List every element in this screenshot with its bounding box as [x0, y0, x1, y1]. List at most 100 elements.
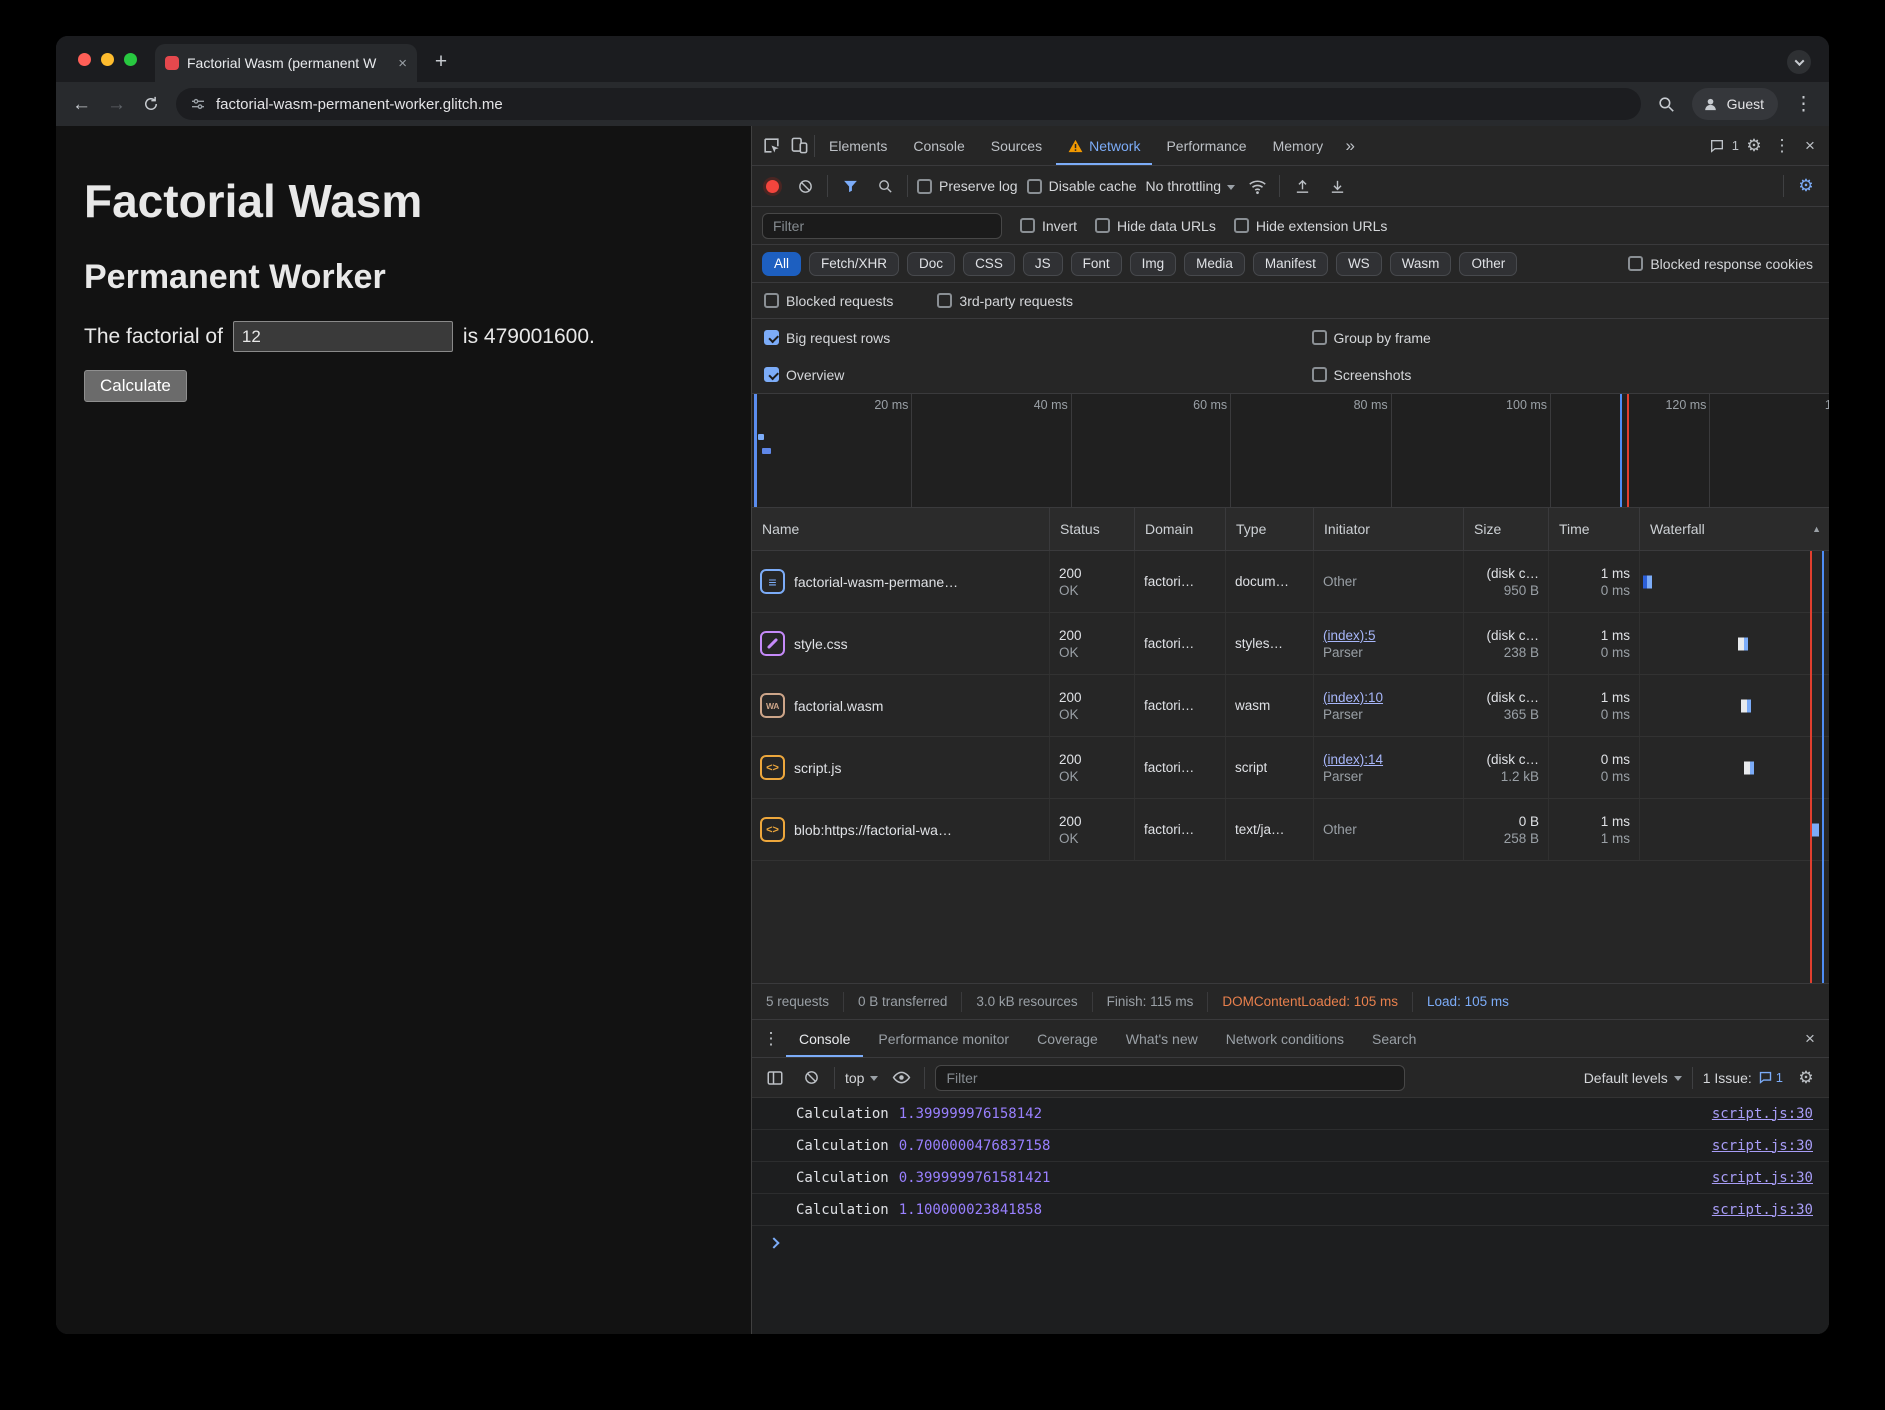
column-header-status[interactable]: Status — [1050, 508, 1135, 550]
console-prompt[interactable] — [752, 1226, 1829, 1260]
chip-media[interactable]: Media — [1184, 252, 1245, 276]
overview-selection-handle[interactable] — [754, 394, 757, 507]
hide-extension-urls-checkbox[interactable]: Hide extension URLs — [1234, 218, 1388, 234]
request-row-wasm[interactable]: WAfactorial.wasm 200OK factori… wasm (in… — [752, 675, 1829, 737]
minimize-window-button[interactable] — [101, 53, 114, 66]
site-info-icon[interactable] — [190, 96, 206, 112]
throttling-select[interactable]: No throttling — [1146, 178, 1235, 194]
tab-search-button[interactable] — [1787, 50, 1811, 74]
tab-close-icon[interactable]: × — [398, 56, 407, 71]
back-icon[interactable]: ← — [72, 95, 91, 114]
console-message[interactable]: Calculation 0.7000000476837158 script.js… — [752, 1130, 1829, 1162]
settings-gear-icon[interactable]: ⚙ — [1741, 133, 1767, 159]
tab-sources[interactable]: Sources — [979, 126, 1054, 165]
drawer-tab-network-conditions[interactable]: Network conditions — [1213, 1020, 1357, 1057]
devtools-close-icon[interactable]: × — [1797, 133, 1823, 159]
browser-menu-icon[interactable]: ⋮ — [1794, 95, 1813, 114]
group-by-frame-checkbox[interactable]: Group by frame — [1312, 330, 1817, 346]
request-row-blob[interactable]: <>blob:https://factorial-wa… 200OK facto… — [752, 799, 1829, 861]
column-header-initiator[interactable]: Initiator — [1314, 508, 1464, 550]
drawer-tab-console[interactable]: Console — [786, 1020, 863, 1057]
chip-js[interactable]: JS — [1023, 252, 1063, 276]
chip-other[interactable]: Other — [1459, 252, 1517, 276]
chip-font[interactable]: Font — [1071, 252, 1122, 276]
column-header-waterfall[interactable]: Waterfall ▲ — [1640, 508, 1829, 550]
new-tab-button[interactable]: + — [427, 48, 455, 76]
zoom-icon[interactable] — [1657, 95, 1676, 114]
column-header-type[interactable]: Type — [1226, 508, 1314, 550]
tab-memory[interactable]: Memory — [1261, 126, 1336, 165]
browser-tab[interactable]: Factorial Wasm (permanent W × — [155, 44, 417, 82]
chip-css[interactable]: CSS — [963, 252, 1015, 276]
preserve-log-checkbox[interactable]: Preserve log — [917, 178, 1018, 194]
network-filter-input[interactable] — [762, 213, 1002, 239]
column-header-size[interactable]: Size — [1464, 508, 1549, 550]
request-row-stylesheet[interactable]: style.css 200OK factori… styles… (index)… — [752, 613, 1829, 675]
source-link[interactable]: script.js:30 — [1712, 1138, 1813, 1154]
initiator-link[interactable]: (index):14 — [1323, 752, 1454, 767]
column-header-time[interactable]: Time — [1549, 508, 1640, 550]
clear-network-icon[interactable] — [792, 173, 818, 199]
screenshots-checkbox[interactable]: Screenshots — [1312, 367, 1817, 383]
search-icon[interactable] — [872, 173, 898, 199]
filter-icon[interactable] — [837, 173, 863, 199]
console-sidebar-icon[interactable] — [762, 1065, 788, 1091]
more-tabs-icon[interactable]: » — [1337, 133, 1363, 159]
record-button[interactable] — [766, 180, 779, 193]
blocked-requests-checkbox[interactable]: Blocked requests — [764, 293, 893, 309]
zoom-window-button[interactable] — [124, 53, 137, 66]
chip-wasm[interactable]: Wasm — [1390, 252, 1452, 276]
overview-checkbox[interactable]: Overview — [764, 367, 1312, 383]
forward-icon[interactable]: → — [107, 95, 126, 114]
request-row-document[interactable]: ≡factorial-wasm-permane… 200OK factori… … — [752, 551, 1829, 613]
column-header-name[interactable]: Name — [752, 508, 1050, 550]
devtools-menu-icon[interactable]: ⋮ — [1769, 133, 1795, 159]
tab-elements[interactable]: Elements — [817, 126, 899, 165]
disable-cache-checkbox[interactable]: Disable cache — [1027, 178, 1137, 194]
request-row-script[interactable]: <>script.js 200OK factori… script (index… — [752, 737, 1829, 799]
tab-console[interactable]: Console — [901, 126, 976, 165]
chip-ws[interactable]: WS — [1336, 252, 1382, 276]
import-har-icon[interactable] — [1289, 173, 1315, 199]
reload-icon[interactable] — [142, 95, 160, 113]
issues-counter[interactable]: 1 — [1709, 133, 1739, 159]
drawer-menu-icon[interactable]: ⋮ — [758, 1026, 784, 1052]
source-link[interactable]: script.js:30 — [1712, 1170, 1813, 1186]
initiator-link[interactable]: (index):10 — [1323, 690, 1454, 705]
source-link[interactable]: script.js:30 — [1712, 1106, 1813, 1122]
drawer-close-icon[interactable]: × — [1797, 1026, 1823, 1052]
console-message[interactable]: Calculation 1.399999976158142 script.js:… — [752, 1098, 1829, 1130]
column-header-domain[interactable]: Domain — [1135, 508, 1226, 550]
close-window-button[interactable] — [78, 53, 91, 66]
chip-fetch-xhr[interactable]: Fetch/XHR — [809, 252, 899, 276]
console-settings-icon[interactable]: ⚙ — [1793, 1065, 1819, 1091]
drawer-tab-search[interactable]: Search — [1359, 1020, 1429, 1057]
export-har-icon[interactable] — [1324, 173, 1350, 199]
network-overview-timeline[interactable]: 20 ms 40 ms 60 ms 80 ms 100 ms 120 ms 14… — [752, 393, 1829, 508]
factorial-input[interactable] — [233, 321, 453, 352]
console-message[interactable]: Calculation 1.100000023841858 script.js:… — [752, 1194, 1829, 1226]
console-message[interactable]: Calculation 0.3999999761581421 script.js… — [752, 1162, 1829, 1194]
execution-context-select[interactable]: top — [845, 1070, 878, 1086]
network-settings-icon[interactable]: ⚙ — [1793, 173, 1819, 199]
inspect-element-icon[interactable] — [758, 133, 784, 159]
source-link[interactable]: script.js:30 — [1712, 1202, 1813, 1218]
chip-manifest[interactable]: Manifest — [1253, 252, 1328, 276]
eye-icon[interactable] — [888, 1065, 914, 1091]
chip-doc[interactable]: Doc — [907, 252, 955, 276]
blocked-response-cookies-checkbox[interactable]: Blocked response cookies — [1628, 256, 1819, 272]
initiator-link[interactable]: (index):5 — [1323, 628, 1454, 643]
tab-performance[interactable]: Performance — [1154, 126, 1258, 165]
issues-link[interactable]: 1 Issue: 1 — [1703, 1070, 1783, 1086]
url-bar[interactable]: factorial-wasm-permanent-worker.glitch.m… — [176, 88, 1641, 120]
tab-network[interactable]: Network — [1056, 126, 1152, 165]
network-conditions-icon[interactable] — [1244, 173, 1270, 199]
drawer-tab-whats-new[interactable]: What's new — [1113, 1020, 1211, 1057]
chip-all[interactable]: All — [762, 252, 801, 276]
drawer-tab-coverage[interactable]: Coverage — [1024, 1020, 1111, 1057]
hide-data-urls-checkbox[interactable]: Hide data URLs — [1095, 218, 1216, 234]
drawer-tab-performance-monitor[interactable]: Performance monitor — [865, 1020, 1022, 1057]
invert-checkbox[interactable]: Invert — [1020, 218, 1077, 234]
profile-button[interactable]: Guest — [1692, 88, 1778, 120]
chip-img[interactable]: Img — [1130, 252, 1177, 276]
